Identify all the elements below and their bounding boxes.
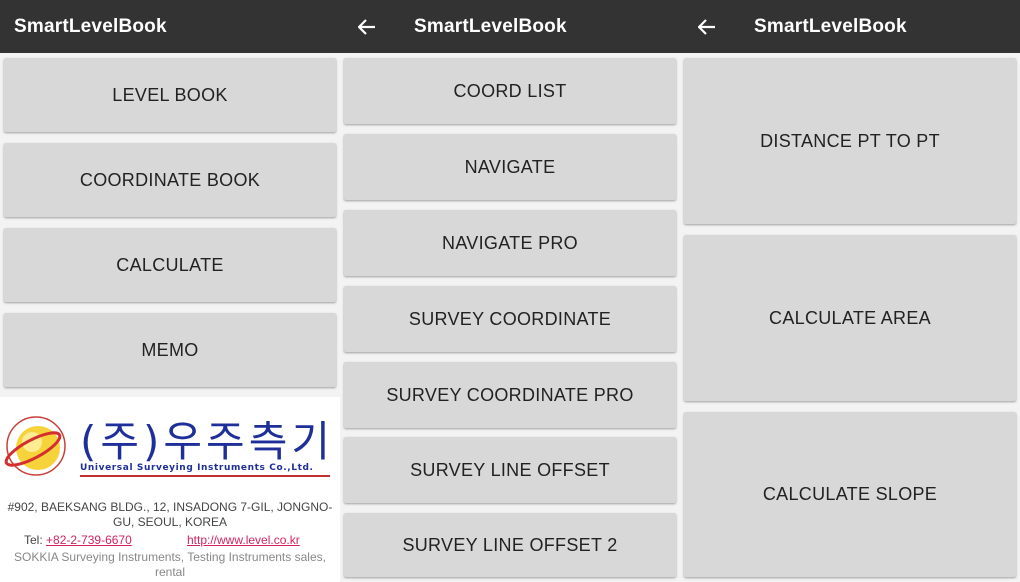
calculate-area-button[interactable]: CALCULATE AREA [684, 235, 1016, 401]
dealer-info: SOKKIA Surveying Instruments, Testing In… [14, 550, 326, 579]
calculate-slope-button[interactable]: CALCULATE SLOPE [684, 412, 1016, 577]
main-menu-screen: SmartLevelBook LEVEL BOOK COORDINATE BOO… [0, 0, 340, 582]
contact-row: Tel: +82-2-739-6670 http://www.level.co.… [0, 533, 340, 548]
level-book-button[interactable]: LEVEL BOOK [4, 58, 336, 132]
survey-line-offset-button[interactable]: SURVEY LINE OFFSET [344, 437, 676, 503]
tel-link[interactable]: +82-2-739-6670 [46, 533, 132, 547]
company-address: #902, BAEKSANG BLDG., 12, INSADONG 7-GIL… [7, 500, 333, 529]
calculate-button[interactable]: CALCULATE [4, 228, 336, 302]
arrow-left-icon[interactable] [354, 14, 380, 40]
logo-divider [80, 475, 330, 477]
company-korean-name: (주)우주측기 [80, 417, 334, 466]
coordinate-book-screen: SmartLevelBook COORD LIST NAVIGATE NAVIG… [340, 0, 680, 582]
app-title: SmartLevelBook [754, 15, 907, 37]
app-bar: SmartLevelBook [0, 0, 340, 53]
app-title: SmartLevelBook [414, 15, 567, 37]
navigate-pro-button[interactable]: NAVIGATE PRO [344, 210, 676, 276]
app-bar: SmartLevelBook [340, 0, 680, 53]
tel-line: Tel: +82-2-739-6670 [24, 533, 132, 547]
survey-line-offset-2-button[interactable]: SURVEY LINE OFFSET 2 [344, 513, 676, 577]
coordinate-book-button[interactable]: COORDINATE BOOK [4, 143, 336, 217]
website-link[interactable]: http://www.level.co.kr [187, 533, 300, 547]
globe-logo-icon [4, 416, 66, 476]
survey-coordinate-button[interactable]: SURVEY COORDINATE [344, 286, 676, 352]
memo-button[interactable]: MEMO [4, 313, 336, 387]
app-bar: SmartLevelBook [680, 0, 1020, 53]
arrow-left-icon[interactable] [694, 14, 720, 40]
distance-pt-to-pt-button[interactable]: DISTANCE PT TO PT [684, 58, 1016, 224]
navigate-button[interactable]: NAVIGATE [344, 134, 676, 200]
company-english-name: Universal Surveying Instruments Co.,Ltd. [80, 463, 314, 473]
coord-list-button[interactable]: COORD LIST [344, 58, 676, 124]
tel-label: Tel: [24, 533, 43, 547]
app-title: SmartLevelBook [14, 15, 167, 37]
survey-coordinate-pro-button[interactable]: SURVEY COORDINATE PRO [344, 362, 676, 428]
calculate-screen: SmartLevelBook DISTANCE PT TO PT CALCULA… [680, 0, 1020, 582]
